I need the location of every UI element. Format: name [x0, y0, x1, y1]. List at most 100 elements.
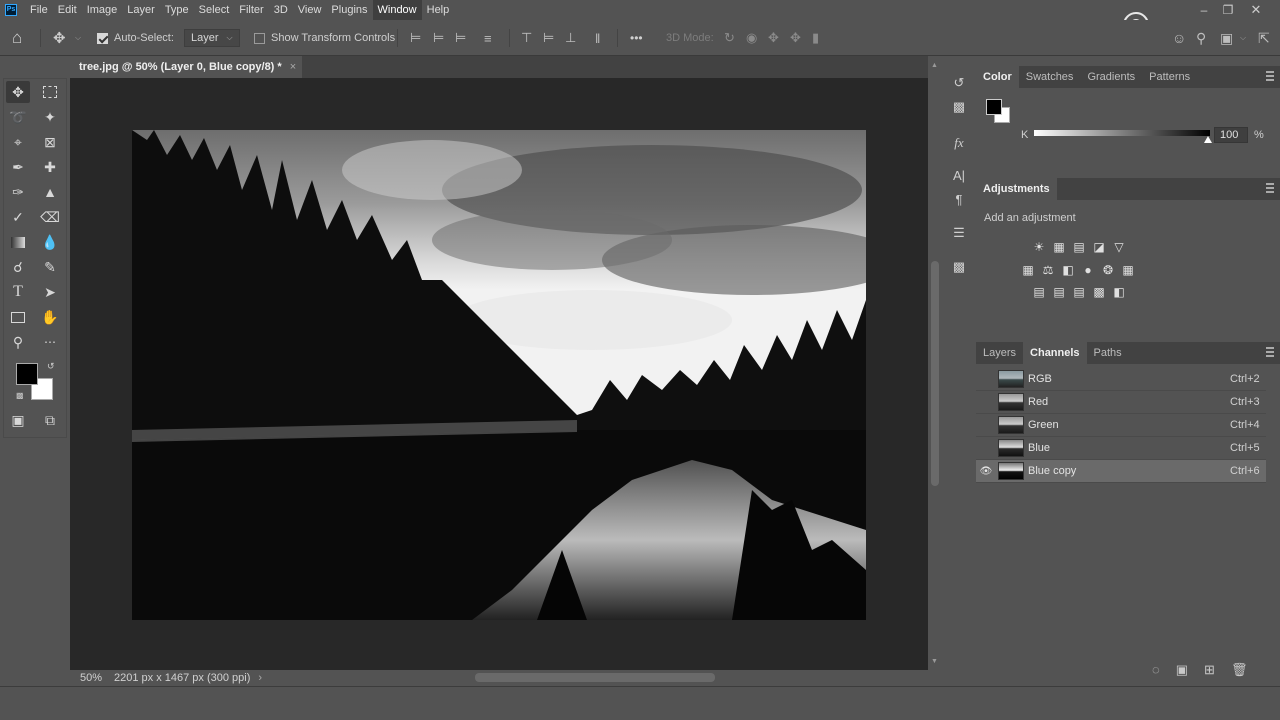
align-center-horizontal-icon[interactable]: ⊨	[433, 20, 444, 56]
document-info-arrow-icon[interactable]: ›	[258, 672, 262, 684]
character-panel-icon[interactable]: A|	[948, 164, 970, 186]
dodge-tool-icon[interactable]: ☌	[6, 256, 30, 278]
align-middle-icon[interactable]: ⊨	[543, 20, 554, 56]
panel-menu-icon[interactable]	[1266, 347, 1274, 357]
rectangle-tool-icon[interactable]	[6, 306, 30, 328]
brush-tool-icon[interactable]: ✑	[6, 181, 30, 203]
show-transform-checkbox[interactable]: Show Transform Controls	[254, 20, 395, 56]
eye-visibility-icon[interactable]: 👁	[976, 466, 996, 477]
eraser-tool-icon[interactable]: ⌫	[38, 206, 62, 228]
menu-window[interactable]: Window	[372, 0, 422, 20]
auto-select-target-dropdown[interactable]: Layer ⌵	[184, 29, 240, 47]
new-channel-icon[interactable]: ⊞	[1204, 662, 1215, 686]
blur-tool-icon[interactable]: 💧	[38, 231, 62, 253]
pen-tool-icon[interactable]: ✎	[38, 256, 62, 278]
canvas-area[interactable]	[70, 78, 928, 670]
3d-scale-icon[interactable]: ▮	[812, 20, 819, 56]
distribute-vertical-icon[interactable]: ‖	[595, 20, 600, 56]
scroll-down-arrow-icon[interactable]: ▼	[931, 658, 938, 665]
channel-mixer-icon[interactable]: ❂	[1100, 263, 1116, 277]
align-bottom-icon[interactable]: ⊥	[565, 20, 576, 56]
invert-icon[interactable]: ▤	[1031, 285, 1047, 299]
photo-filter-icon[interactable]: ●	[1080, 263, 1096, 277]
menu-view[interactable]: View	[293, 0, 327, 20]
curves-icon[interactable]: ▤	[1071, 240, 1087, 254]
3d-orbit-icon[interactable]: ↻	[724, 20, 735, 56]
share-account-icon[interactable]: ☺	[1172, 20, 1186, 56]
auto-select-checkbox[interactable]: Auto-Select:	[97, 20, 174, 56]
tab-channels[interactable]: Channels	[1023, 342, 1087, 364]
channel-row-blue[interactable]: Blue Ctrl+5	[976, 437, 1266, 460]
workspace-chevron-icon[interactable]: ⌵	[1240, 20, 1246, 56]
close-tab-icon[interactable]: ×	[290, 61, 296, 73]
channel-row-green[interactable]: Green Ctrl+4	[976, 414, 1266, 437]
load-selection-icon[interactable]: ◌	[1152, 662, 1160, 686]
panel-menu-icon[interactable]	[1266, 183, 1274, 193]
more-options-button[interactable]: •••	[630, 20, 643, 56]
menu-plugins[interactable]: Plugins	[326, 0, 372, 20]
tab-layers[interactable]: Layers	[976, 342, 1023, 364]
scroll-up-arrow-icon[interactable]: ▲	[931, 62, 938, 69]
auto-select-check-icon[interactable]	[97, 32, 108, 44]
comments-panel-icon[interactable]: ▩	[948, 96, 970, 118]
tab-color[interactable]: Color	[976, 66, 1019, 88]
workspace-icon[interactable]: ▣	[1220, 20, 1233, 56]
close-window-icon[interactable]: ✕	[1242, 0, 1270, 20]
paragraph-panel-icon[interactable]: ¶	[948, 188, 970, 210]
gradient-tool-icon[interactable]	[6, 231, 30, 253]
lasso-tool-icon[interactable]: ➰	[6, 106, 30, 128]
gradient-map-icon[interactable]: ▩	[1091, 285, 1107, 299]
k-slider-handle-icon[interactable]	[1204, 136, 1212, 143]
menu-image[interactable]: Image	[82, 0, 123, 20]
menu-select[interactable]: Select	[194, 0, 235, 20]
path-selection-tool-icon[interactable]: ➤	[38, 281, 62, 303]
history-brush-tool-icon[interactable]: ✓	[6, 206, 30, 228]
move-tool-icon[interactable]: ✥	[6, 81, 30, 103]
crop-tool-icon[interactable]: ⌖	[6, 131, 30, 153]
channel-row-rgb[interactable]: RGB Ctrl+2	[976, 368, 1266, 391]
color-foreground-swatch[interactable]	[986, 99, 1002, 115]
vibrance-icon[interactable]: ▽	[1111, 240, 1127, 254]
selective-color-icon[interactable]: ◧	[1111, 285, 1127, 299]
tab-patterns[interactable]: Patterns	[1142, 66, 1197, 88]
share-icon[interactable]: ⇱	[1258, 20, 1270, 56]
delete-channel-icon[interactable]: 🗑	[1231, 662, 1248, 686]
zoom-tool-icon[interactable]: ⚲	[6, 331, 30, 353]
zoom-level[interactable]: 50%	[80, 672, 114, 684]
magic-wand-tool-icon[interactable]: ✦	[38, 106, 62, 128]
brightness-contrast-icon[interactable]: ☀	[1031, 240, 1047, 254]
document-tab[interactable]: tree.jpg @ 50% (Layer 0, Blue copy/8) * …	[70, 56, 302, 78]
menu-edit[interactable]: Edit	[53, 0, 82, 20]
k-slider-track[interactable]	[1034, 130, 1210, 136]
home-icon[interactable]: ⌂	[12, 20, 22, 56]
frame-tool-icon[interactable]: ⊠	[38, 131, 62, 153]
tab-gradients[interactable]: Gradients	[1080, 66, 1142, 88]
threshold-icon[interactable]: ▤	[1071, 285, 1087, 299]
restore-icon[interactable]: ❐	[1214, 0, 1242, 20]
type-tool-icon[interactable]: T	[6, 281, 30, 303]
foreground-color-swatch[interactable]	[16, 363, 38, 385]
swap-colors-icon[interactable]: ↺	[47, 361, 55, 372]
3d-roll-icon[interactable]: ◉	[746, 20, 757, 56]
styles-fx-panel-icon[interactable]: fx	[948, 132, 970, 154]
distribute-horizontal-icon[interactable]: ≡	[484, 20, 492, 56]
levels-icon[interactable]: ▦	[1051, 240, 1067, 254]
channel-row-blue-copy[interactable]: 👁 Blue copy Ctrl+6	[976, 460, 1266, 483]
menu-file[interactable]: File	[25, 0, 53, 20]
eyedropper-tool-icon[interactable]: ✒	[6, 156, 30, 178]
clone-stamp-tool-icon[interactable]: ▲	[38, 181, 62, 203]
hand-tool-icon[interactable]: ✋	[38, 306, 62, 328]
menu-help[interactable]: Help	[422, 0, 455, 20]
color-lookup-icon[interactable]: ▦	[1120, 263, 1136, 277]
menu-layer[interactable]: Layer	[122, 0, 160, 20]
tool-preset-chevron-icon[interactable]: ⌵	[75, 20, 81, 56]
edit-toolbar-icon[interactable]: ⋯	[38, 331, 62, 353]
3d-slide-icon[interactable]: ✥	[790, 20, 801, 56]
menu-type[interactable]: Type	[160, 0, 194, 20]
panel-menu-icon[interactable]	[1266, 71, 1274, 81]
menu-3d[interactable]: 3D	[269, 0, 293, 20]
hue-saturation-icon[interactable]: ▦	[1020, 263, 1036, 277]
canvas-vertical-scrollbar[interactable]: ▲ ▼	[928, 56, 942, 686]
black-white-icon[interactable]: ◧	[1060, 263, 1076, 277]
tab-adjustments[interactable]: Adjustments	[976, 178, 1057, 200]
